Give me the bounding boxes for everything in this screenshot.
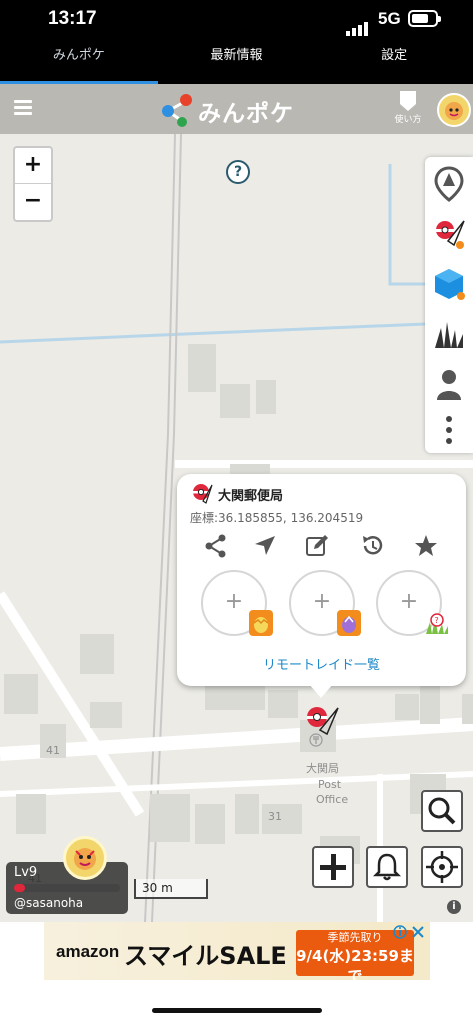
raid-slot-1[interactable]: +	[201, 570, 273, 636]
more-vertical-icon	[446, 416, 452, 444]
share-icon[interactable]	[203, 533, 229, 559]
person-icon	[437, 370, 461, 400]
grass-filter-button[interactable]	[425, 309, 473, 359]
crosshair-icon	[426, 851, 458, 883]
grass-icon	[435, 322, 463, 348]
raid-egg-unknown-icon: ?	[424, 610, 448, 636]
history-icon[interactable]	[360, 533, 386, 559]
exp-bar	[14, 884, 120, 892]
raid-slot-2[interactable]: +	[289, 570, 361, 636]
post-office-label-jp: 大関局	[306, 762, 339, 775]
avatar-face-icon	[445, 102, 463, 120]
tab-minpoke[interactable]: みんポケ	[0, 40, 158, 84]
popup-title: 大関郵便局	[218, 489, 284, 504]
player-avatar[interactable]	[63, 836, 107, 880]
navigate-icon[interactable]	[252, 533, 278, 559]
more-options-button[interactable]	[425, 405, 473, 455]
notification-button[interactable]	[366, 846, 408, 888]
signal-icon	[346, 22, 368, 36]
zoom-out-button[interactable]: −	[15, 184, 51, 220]
zoom-control: + −	[13, 146, 53, 222]
guide-label: 使い方	[394, 115, 422, 125]
raid-egg-purple-icon	[337, 610, 361, 636]
menu-icon[interactable]	[14, 100, 32, 116]
star-icon[interactable]	[413, 533, 439, 559]
guide-button[interactable]: 使い方	[388, 88, 428, 125]
post-office-label-en-2: Office	[316, 793, 349, 806]
edit-icon[interactable]	[304, 533, 330, 559]
bell-icon	[372, 853, 402, 881]
side-toolbar	[425, 157, 473, 453]
help-icon[interactable]: ?	[226, 160, 250, 184]
building-number-3: 31	[268, 810, 282, 823]
home-indicator	[152, 1008, 322, 1013]
user-avatar[interactable]	[437, 93, 471, 127]
tree-pin-button[interactable]	[425, 159, 473, 209]
ad-brand: amazon	[56, 942, 120, 961]
player-level: Lv9	[14, 865, 38, 880]
pokestop-icon	[436, 220, 465, 249]
add-button[interactable]	[312, 846, 354, 888]
ad-badge-line2: 9/4(水)23:59まで	[296, 947, 414, 985]
zoom-in-button[interactable]: +	[15, 148, 51, 184]
building-number-1: 41	[46, 744, 60, 757]
post-office-icon	[309, 733, 323, 747]
svg-text:?: ?	[435, 616, 439, 625]
network-type: 5G	[378, 9, 401, 28]
user-filter-button[interactable]	[425, 359, 473, 409]
tab-settings[interactable]: 設定	[315, 40, 473, 84]
remote-raid-list-link[interactable]: リモートレイド一覧	[177, 654, 466, 673]
search-button[interactable]	[421, 790, 463, 832]
ad-headline: スマイルSALE	[124, 942, 287, 970]
exp-bar-fill	[14, 884, 25, 892]
player-username: @sasanoha	[14, 896, 84, 910]
app-title: みんポケ	[198, 101, 294, 127]
plus-icon	[320, 854, 346, 880]
cube-icon	[435, 269, 465, 300]
gym-filter-button[interactable]	[425, 259, 473, 309]
beginner-mark-icon	[400, 91, 416, 111]
battery-icon	[408, 10, 441, 27]
ad-banner[interactable]: amazon スマイルSALE 季節先取り 9/4(水)23:59まで	[44, 922, 430, 985]
info-icon[interactable]: i	[447, 900, 461, 914]
logo-icon	[162, 94, 192, 127]
locate-button[interactable]	[421, 846, 463, 888]
status-time: 13:17	[48, 8, 97, 29]
search-icon	[428, 797, 456, 825]
popup-tail	[309, 684, 333, 698]
pokestop-small-icon	[193, 484, 213, 504]
map-scale: 30 m	[134, 879, 208, 899]
top-tabs: みんポケ 最新情報 設定	[0, 40, 473, 84]
raid-slot-3[interactable]: + ?	[376, 570, 448, 636]
pokestop-filter-button[interactable]	[425, 209, 473, 259]
player-avatar-face-icon	[74, 848, 96, 870]
post-office-label-en-1: Post	[318, 778, 342, 791]
popup-coordinates: 座標:36.185855, 136.204519	[190, 511, 364, 525]
tree-pin-icon	[434, 166, 464, 202]
ad-choices-close-icon[interactable]	[393, 924, 429, 940]
raid-egg-orange-icon	[249, 610, 273, 636]
tab-news[interactable]: 最新情報	[158, 40, 316, 84]
